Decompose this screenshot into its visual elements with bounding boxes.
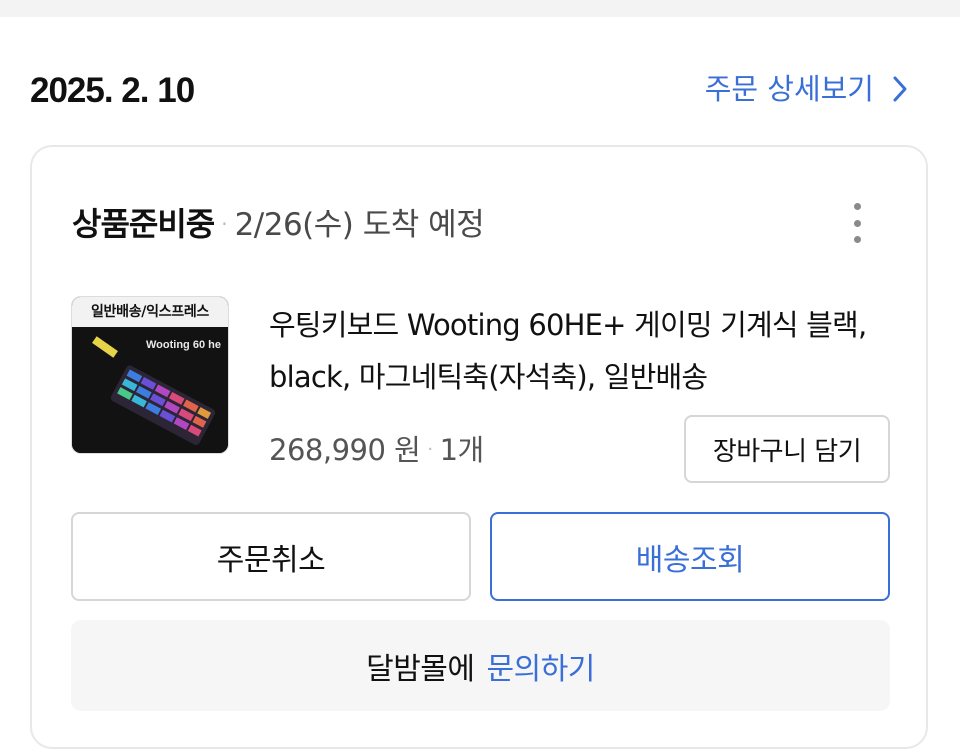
product-quantity: 1개 xyxy=(439,433,485,467)
order-panel: 2025. 2. 10 주문 상세보기 상품준비중 · 2/26(수) 도착 예… xyxy=(0,17,960,750)
product-thumbnail[interactable]: 일반배송/익스프레스 Wooting 60 he xyxy=(71,296,229,454)
cancel-order-button[interactable]: 주문취소 xyxy=(71,512,471,601)
shipment-status-row: 상품준비중 · 2/26(수) 도착 예정 xyxy=(72,199,485,245)
thumbnail-banner: 일반배송/익스프레스 xyxy=(72,297,228,328)
thumbnail-caption: Wooting 60 he xyxy=(146,339,221,351)
order-date: 2025. 2. 10 xyxy=(30,71,195,110)
more-vertical-icon[interactable] xyxy=(842,203,872,243)
ask-seller-link[interactable]: 문의하기 xyxy=(487,644,596,688)
dot-separator: · xyxy=(427,439,433,460)
seller-inquiry-bar: 달밤몰에 문의하기 xyxy=(71,620,890,711)
track-delivery-button[interactable]: 배송조회 xyxy=(490,512,890,601)
price-row: 268,990 원 · 1개 xyxy=(269,427,484,469)
order-detail-label: 주문 상세보기 xyxy=(704,72,874,106)
order-detail-link[interactable]: 주문 상세보기 xyxy=(705,67,912,111)
shipment-status: 상품준비중 xyxy=(72,205,215,243)
order-card: 상품준비중 · 2/26(수) 도착 예정 일반배송/익스프레스 Wooting… xyxy=(30,145,928,749)
product-price: 268,990 원 xyxy=(269,433,421,467)
product-name[interactable]: 우팅키보드 Wooting 60HE+ 게이밍 기계식 블랙, black, 마… xyxy=(269,299,889,403)
dot-separator: · xyxy=(221,212,228,236)
chevron-right-icon xyxy=(888,76,912,102)
add-to-cart-button[interactable]: 장바구니 담기 xyxy=(684,415,890,483)
delivery-eta: 2/26(수) 도착 예정 xyxy=(234,207,485,243)
seller-name-text: 달밤몰에 xyxy=(366,651,475,687)
